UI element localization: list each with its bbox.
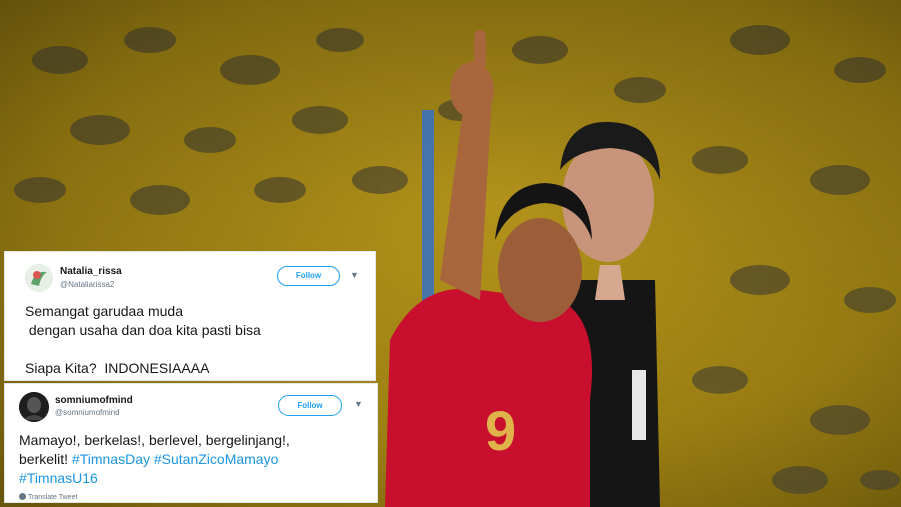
user-name[interactable]: somniumofmind xyxy=(55,395,133,406)
user-handle[interactable]: @somniumofmind xyxy=(55,408,120,417)
avatar[interactable] xyxy=(19,392,49,422)
avatar[interactable] xyxy=(25,264,53,292)
user-name[interactable]: Natalia_rissa xyxy=(60,266,122,277)
hashtag-link[interactable]: #SutanZicoMamayo xyxy=(154,451,279,467)
tweet-text-line: Siapa Kita? INDONESIAAAA xyxy=(25,360,210,376)
globe-icon xyxy=(19,493,26,500)
tweet-text-line: Semangat garudaa muda xyxy=(25,303,183,319)
translate-tweet-link[interactable]: Translate Tweet xyxy=(19,493,77,501)
chevron-down-icon[interactable]: ▼ xyxy=(350,270,359,280)
hashtag-link[interactable]: #TimnasU16 xyxy=(19,470,98,486)
tweet-text-line: #TimnasU16 xyxy=(19,470,98,486)
svg-text:9: 9 xyxy=(485,399,516,462)
follow-button[interactable]: Follow xyxy=(277,266,340,286)
chevron-down-icon[interactable]: ▼ xyxy=(354,399,363,409)
translate-label[interactable]: Translate Tweet xyxy=(28,494,77,501)
follow-button[interactable]: Follow xyxy=(278,395,342,416)
tweet-text-line: dengan usaha dan doa kita pasti bisa xyxy=(25,322,261,338)
tweet-card: Natalia_rissa @Nataliarissa2 Follow ▼ Se… xyxy=(4,251,376,381)
user-handle[interactable]: @Nataliarissa2 xyxy=(60,280,114,289)
hashtag-link[interactable]: #TimnasDay xyxy=(72,451,150,467)
tweet-card: somniumofmind @somniumofmind Follow ▼ Ma… xyxy=(4,383,378,503)
tweet-text: berkelit! xyxy=(19,451,72,467)
tweet-text-line: berkelit! #TimnasDay #SutanZicoMamayo xyxy=(19,451,278,467)
tweet-text-line: Mamayo!, berkelas!, berlevel, bergelinja… xyxy=(19,432,290,448)
